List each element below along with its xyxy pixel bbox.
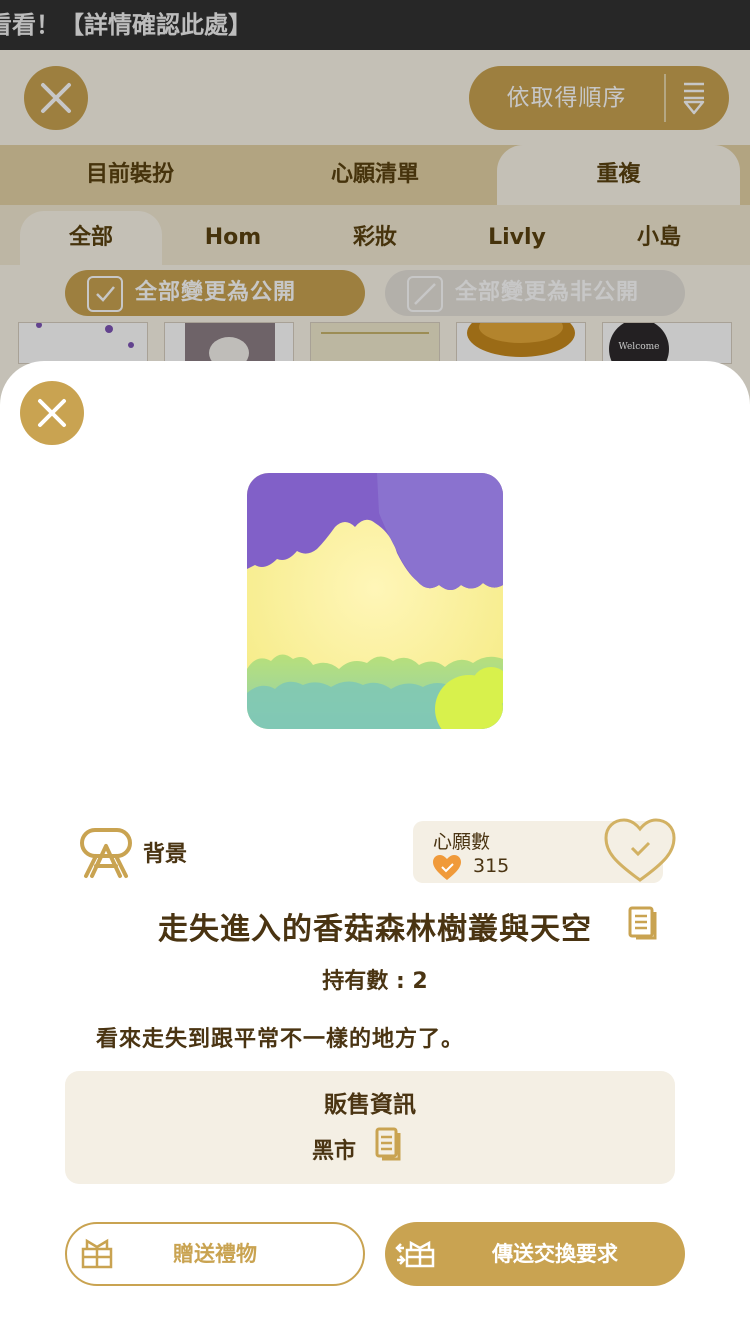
background-category-icon bbox=[80, 828, 132, 878]
sale-info-value: 黑市 bbox=[312, 1139, 357, 1164]
send-trade-request-label: 傳送交換要求 bbox=[492, 1242, 618, 1266]
heart-check-icon bbox=[433, 855, 461, 880]
wish-count-label: 心願數 bbox=[433, 831, 491, 853]
add-to-wishlist-heart-icon[interactable] bbox=[603, 816, 677, 884]
send-gift-button[interactable]: 贈送禮物 bbox=[65, 1222, 365, 1286]
copy-icon[interactable] bbox=[628, 906, 658, 940]
sale-info-panel: 販售資訊 黑市 bbox=[65, 1071, 675, 1184]
item-image bbox=[247, 473, 503, 729]
item-detail-modal: 背景 心願數 315 走失進入的香菇森林樹叢與天空 持有數 : 2 看來走失到跟… bbox=[0, 361, 750, 1334]
item-category: 背景 bbox=[143, 842, 188, 867]
wish-count-value: 315 bbox=[473, 855, 510, 877]
close-modal-button[interactable] bbox=[20, 381, 84, 445]
sale-info-title: 販售資訊 bbox=[324, 1092, 416, 1118]
send-trade-request-button[interactable]: 傳送交換要求 bbox=[385, 1222, 685, 1286]
close-icon bbox=[38, 399, 66, 427]
send-gift-label: 贈送禮物 bbox=[173, 1242, 257, 1266]
copy-icon[interactable] bbox=[375, 1127, 401, 1161]
owned-count: 持有數 : 2 bbox=[322, 969, 428, 994]
item-description: 看來走失到跟平常不一樣的地方了。 bbox=[96, 1027, 465, 1052]
